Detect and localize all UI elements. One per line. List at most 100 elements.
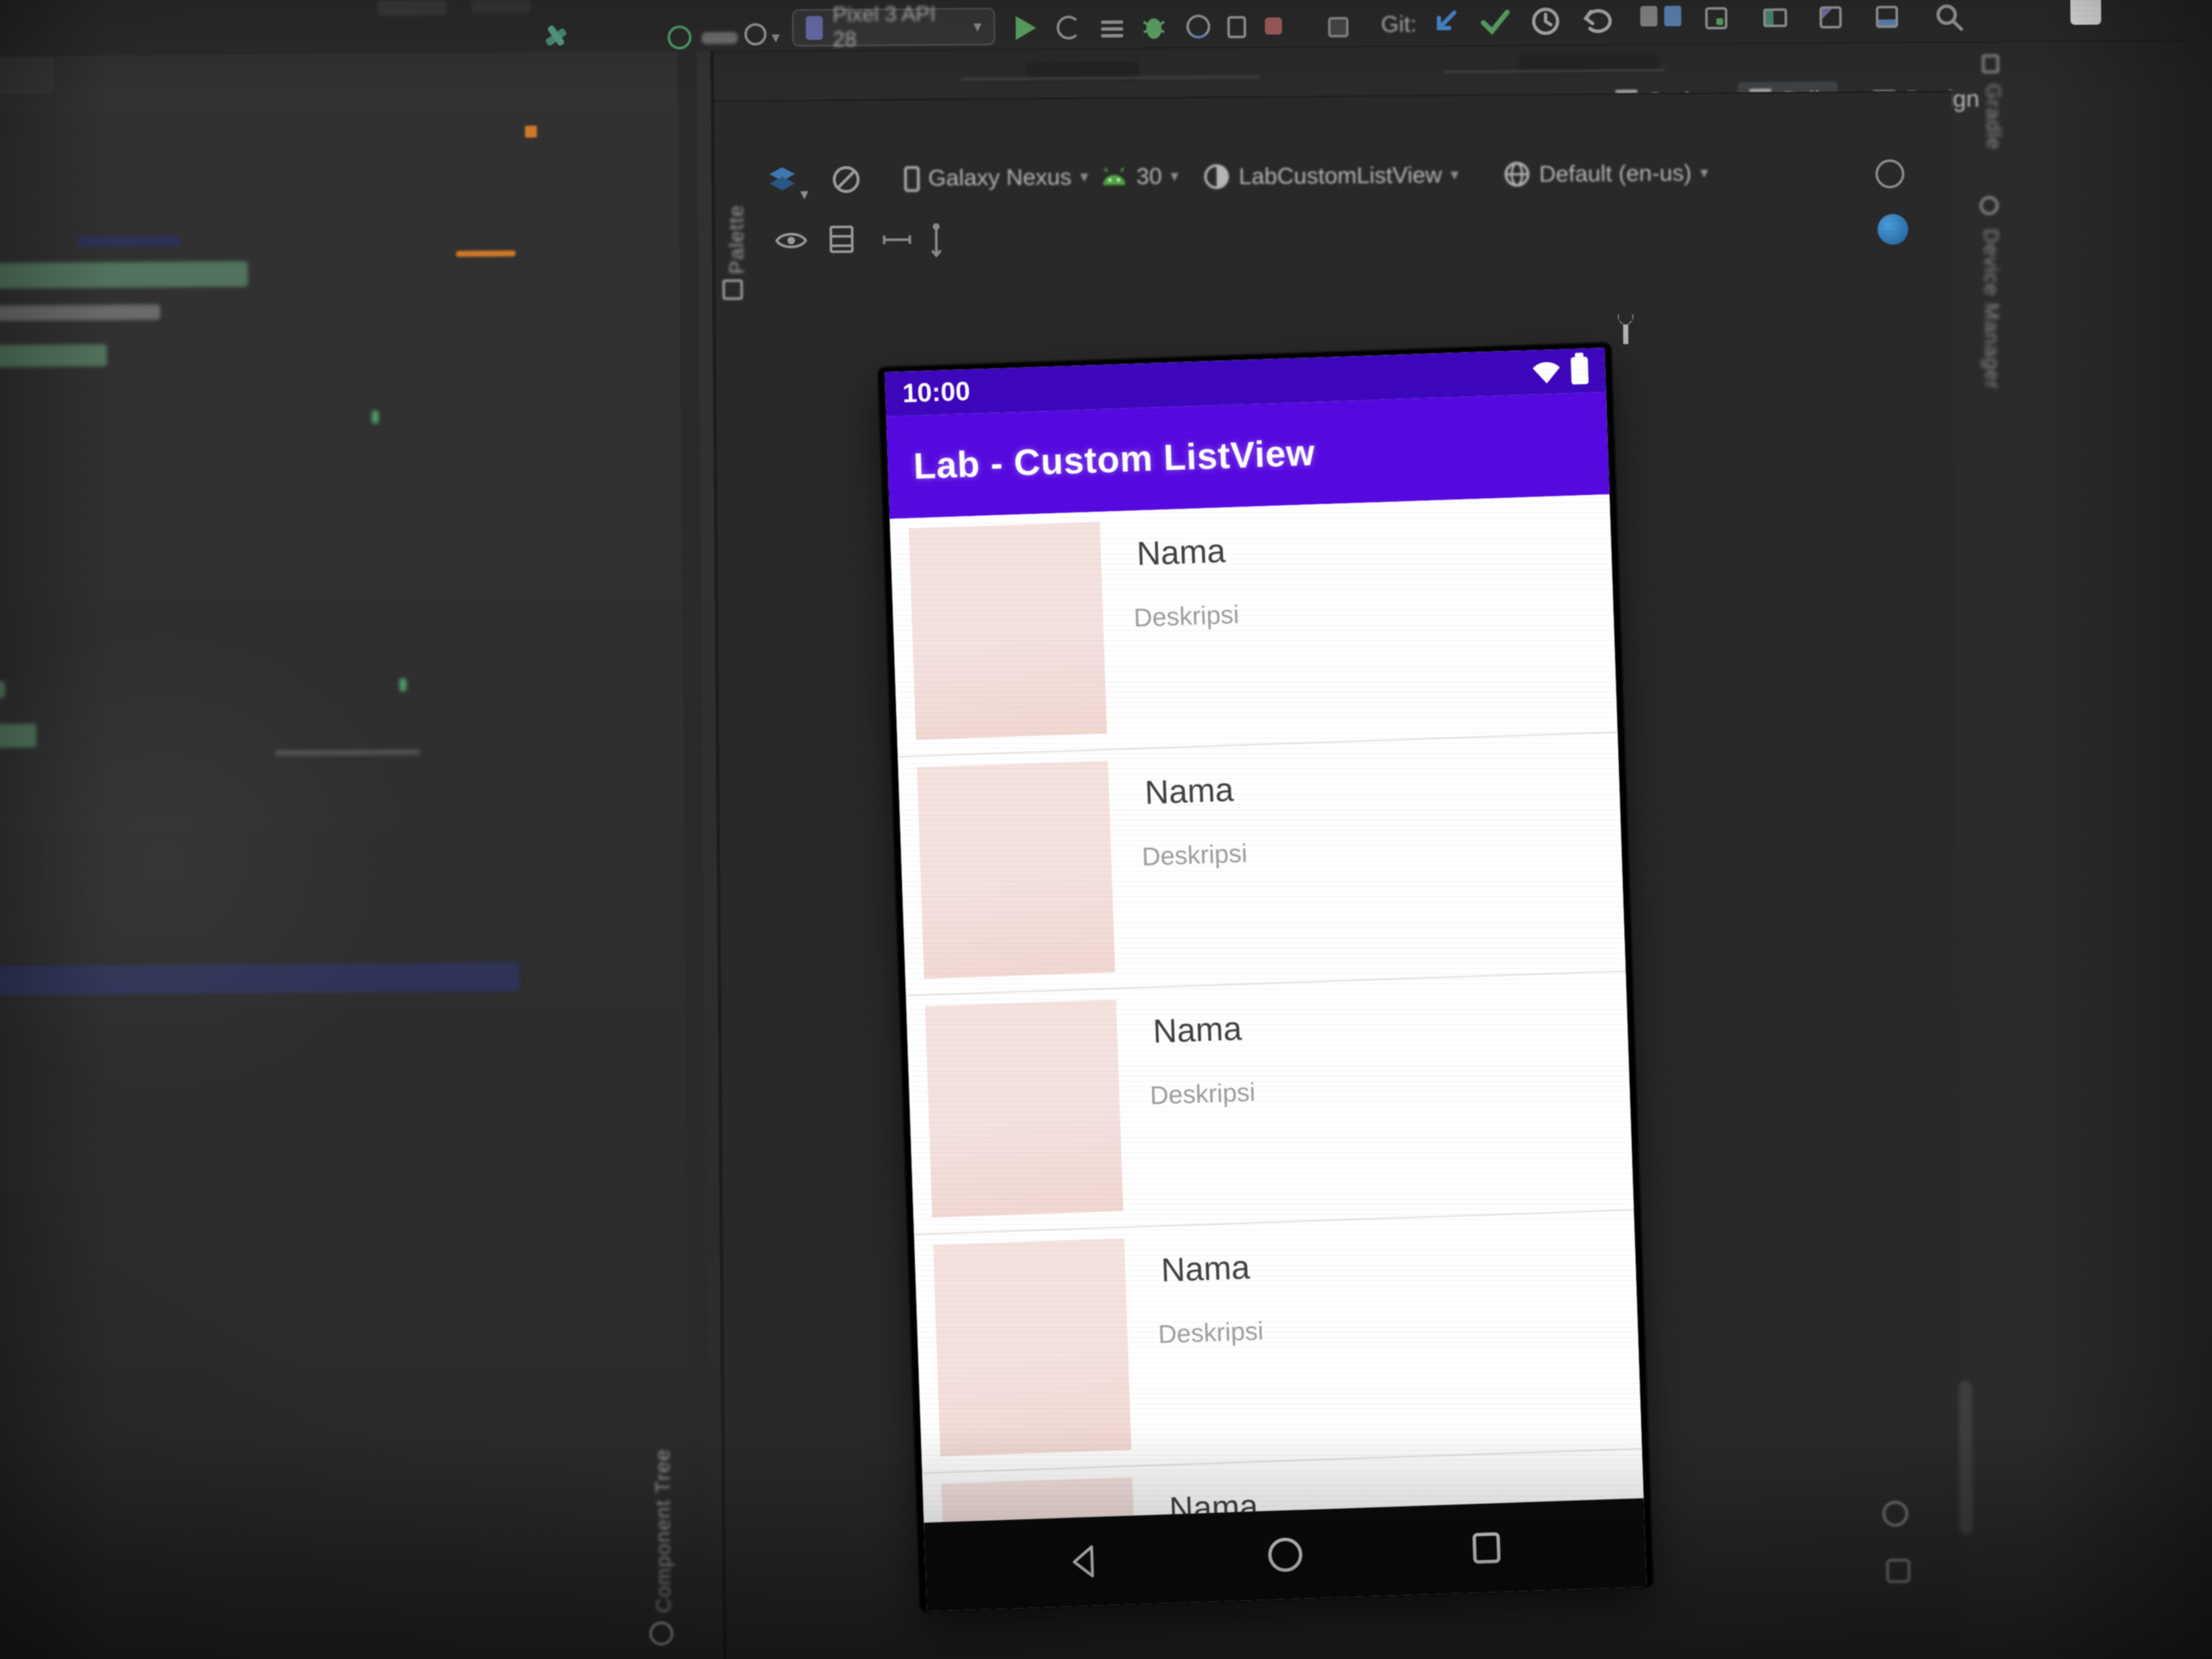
gradle-icon	[1982, 54, 2000, 73]
item-name: Nama	[1160, 1249, 1251, 1289]
code-mark	[371, 410, 379, 424]
android-icon	[1103, 167, 1126, 185]
restart-activity-button[interactable]	[1057, 15, 1081, 40]
item-name: Nama	[1144, 771, 1235, 812]
tool-window-icon[interactable]	[1705, 7, 1728, 30]
list-item[interactable]: Nama Deskripsi	[898, 733, 1627, 997]
phone-screen: 10:00 Lab - Custom ListView Nama Deskrip…	[884, 347, 1647, 1612]
wrench-icon[interactable]	[1614, 310, 1638, 349]
issues-panel-icon[interactable]	[1875, 159, 1905, 189]
chevron-down-icon: ▾	[1700, 162, 1708, 183]
run-configuration-select[interactable]: Pixel 3 API 28 ▾	[792, 3, 996, 51]
vertical-constraint-icon[interactable]	[930, 221, 942, 258]
git-commit-icon[interactable]	[1480, 7, 1511, 36]
battery-icon	[1570, 357, 1589, 385]
design-surface-icon[interactable]	[767, 166, 796, 192]
search-icon[interactable]	[1934, 2, 1965, 32]
build-hammer-icon[interactable]	[541, 21, 570, 50]
gear-icon[interactable]	[744, 23, 767, 46]
item-description: Deskripsi	[1141, 839, 1248, 872]
attach-debugger-icon[interactable]	[1227, 15, 1247, 38]
api-level-selector[interactable]: 30 ▾	[1100, 163, 1179, 190]
chevron-down-icon: ▾	[771, 27, 780, 48]
list-item[interactable]: Nama Deskripsi	[914, 1210, 1643, 1475]
theme-icon	[1204, 164, 1230, 189]
item-image-placeholder	[908, 521, 1108, 741]
chevron-down-icon: ▾	[973, 16, 982, 36]
locale-selector[interactable]: Default (en-us) ▾	[1503, 159, 1708, 188]
warning-marker[interactable]	[525, 125, 538, 138]
orientation-list-icon[interactable]	[829, 225, 854, 253]
code-line-blurred	[0, 681, 6, 699]
list-item[interactable]: Nama Deskripsi	[889, 494, 1618, 758]
item-image-placeholder	[924, 999, 1124, 1218]
sidebar-item-component-tree[interactable]: Component Tree	[651, 1434, 677, 1613]
git-update-icon[interactable]	[1432, 8, 1461, 37]
theme-selector[interactable]: LabCustomListView ▾	[1202, 161, 1458, 190]
profile-avatar[interactable]	[2069, 0, 2102, 26]
code-line-blurred	[0, 344, 108, 368]
chevron-down-icon: ▾	[1450, 165, 1459, 184]
module-selector[interactable]	[701, 32, 738, 44]
stop-button[interactable]	[1265, 17, 1283, 35]
sidebar-item-palette[interactable]: Palette	[725, 172, 749, 275]
list-item[interactable]: Nama Deskripsi	[905, 971, 1634, 1236]
code-selection-fragment	[77, 236, 182, 247]
theme-selector-label: LabCustomListView	[1238, 161, 1442, 189]
profiler-icon[interactable]	[1186, 15, 1211, 39]
git-diff-icon[interactable]	[1640, 5, 1682, 31]
android-studio-window: ▾ Pixel 3 API 28 ▾ Git: ▾ Galaxy Nexus ▾…	[0, 0, 2212, 1659]
code-editor-pane[interactable]	[0, 50, 724, 1659]
device-icon	[806, 15, 823, 40]
view-options-eye-icon[interactable]	[775, 230, 807, 252]
sidebar-item-device-manager[interactable]: Device Manager	[1978, 229, 2004, 399]
chevron-down-icon: ▾	[800, 184, 809, 204]
item-description: Deskripsi	[1157, 1317, 1265, 1349]
logcat-window-icon[interactable]	[1763, 8, 1788, 27]
item-image-placeholder	[917, 760, 1115, 979]
render-info-icon[interactable]	[1877, 213, 1909, 245]
editor-tab-shape	[0, 57, 54, 95]
device-selector[interactable]: Galaxy Nexus ▾	[904, 164, 1088, 192]
run-config-label: Pixel 3 API 28	[832, 2, 936, 52]
code-line-blurred	[0, 723, 37, 748]
palette-icon	[722, 279, 743, 300]
app-bar-title: Lab - Custom ListView	[912, 432, 1316, 487]
item-name: Nama	[1152, 1010, 1243, 1051]
editor-scrollbar[interactable]	[678, 50, 710, 1659]
tool-stripe-shape	[1958, 1381, 1974, 1535]
list-view[interactable]: Nama Deskripsi Nama Deskripsi Nama Deskr…	[889, 494, 1644, 1523]
sync-icon[interactable]	[667, 25, 692, 50]
layout-window-icon[interactable]	[1328, 16, 1349, 38]
device-selector-label: Galaxy Nexus	[928, 164, 1072, 191]
code-mark	[399, 678, 407, 692]
nav-recents-icon	[1472, 1532, 1501, 1564]
run-button[interactable]	[1012, 15, 1038, 42]
color-mode-icon[interactable]	[830, 164, 861, 195]
horizontal-constraint-icon[interactable]	[882, 234, 911, 246]
code-line-blurred	[0, 260, 248, 289]
debug-bug-icon[interactable]	[1142, 13, 1166, 40]
api-level-label: 30	[1136, 163, 1162, 189]
phone-preview[interactable]: 10:00 Lab - Custom ListView Nama Deskrip…	[878, 343, 1653, 1612]
nav-home-icon	[1268, 1537, 1303, 1572]
emulator-window-icon[interactable]	[1819, 6, 1842, 29]
warning-stripe	[456, 250, 516, 257]
device-manager-window-icon[interactable]	[1876, 5, 1899, 28]
window-tab-shape	[470, 0, 532, 14]
editor-selection-band	[0, 962, 521, 996]
git-rollback-icon[interactable]	[1582, 4, 1615, 37]
git-history-icon[interactable]	[1529, 5, 1562, 38]
wifi-icon	[1533, 362, 1560, 384]
sidebar-item-gradle[interactable]: Gradle	[1981, 84, 2005, 178]
nav-back-icon	[1072, 1545, 1094, 1578]
code-line-blurred	[0, 304, 160, 322]
bottom-right-icon[interactable]	[1886, 1558, 1911, 1583]
bottom-right-icon[interactable]	[1882, 1500, 1909, 1527]
code-line-blurred	[274, 749, 420, 756]
device-manager-icon	[1979, 195, 1999, 215]
run-tasks-icon[interactable]	[1101, 17, 1124, 41]
item-description: Deskripsi	[1150, 1078, 1256, 1110]
chevron-down-icon: ▾	[1080, 167, 1089, 187]
chevron-down-icon: ▾	[1170, 166, 1179, 186]
